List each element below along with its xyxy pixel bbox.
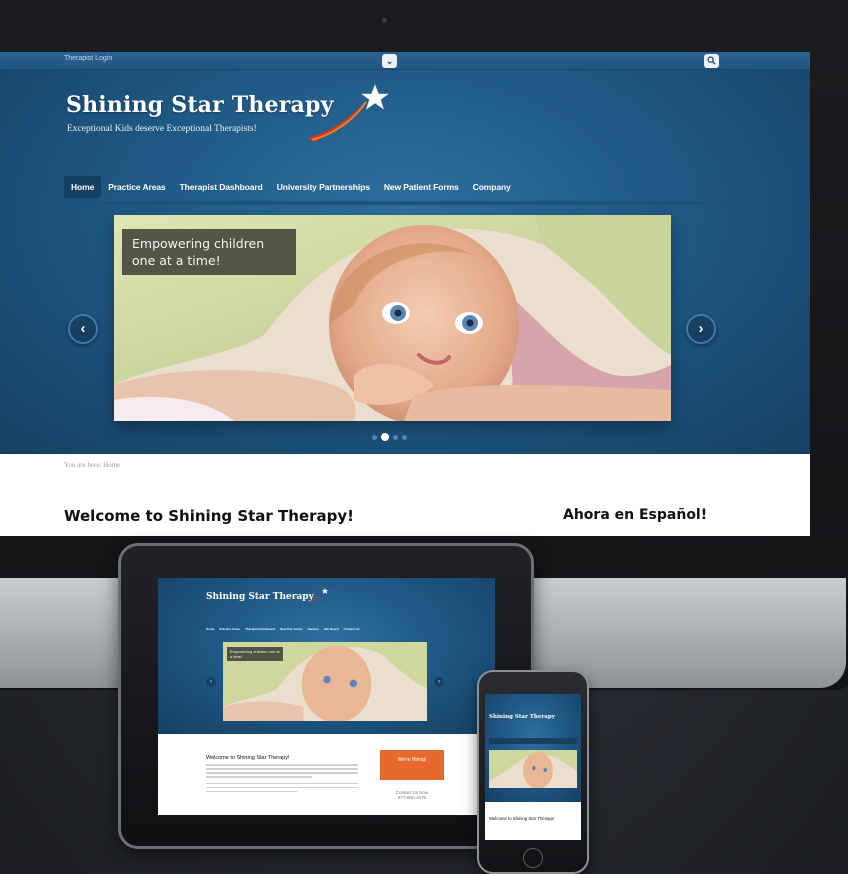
therapist-login-link[interactable]: Therapist Login	[64, 55, 112, 62]
search-icon[interactable]	[704, 54, 719, 68]
chevron-left-icon[interactable]: ‹	[68, 314, 98, 344]
tablet-contact: Contact Us Now 877-800-1076	[384, 790, 440, 800]
chevron-right-icon[interactable]: ›	[686, 314, 716, 344]
nav-item-therapist-dashboard[interactable]: Therapist Dashboard	[173, 176, 270, 198]
chevron-left-icon[interactable]: ‹	[206, 677, 216, 687]
tablet-nav-item[interactable]: Home	[206, 627, 214, 635]
tablet-welcome-heading: Welcome to Shining Star Therapy!	[206, 755, 290, 761]
top-bar: Therapist Login ⌄	[0, 52, 810, 70]
site-header: Therapist Login ⌄ Shining Star Therapy E…	[0, 52, 810, 454]
tablet-slide-caption: Empowering children one at a time!	[227, 647, 283, 661]
chevron-down-icon[interactable]: ⌄	[382, 54, 397, 68]
brand-title[interactable]: Shining Star Therapy	[66, 92, 334, 118]
tablet-nav-item[interactable]: Careers	[308, 627, 319, 635]
tablet-nav-item[interactable]: New Pat. Forms	[280, 627, 303, 635]
tablet-brand-title[interactable]: Shining Star Therapy	[206, 592, 314, 602]
slider-dot-active[interactable]	[381, 433, 389, 441]
nav-item-new-patient-forms[interactable]: New Patient Forms	[377, 176, 466, 198]
nav-item-university-partnerships[interactable]: University Partnerships	[270, 176, 377, 198]
brand-tagline: Exceptional Kids deserve Exceptional The…	[67, 124, 257, 134]
breadcrumb: You are here: Home	[64, 461, 121, 469]
tablet-logo-icon	[308, 587, 329, 603]
phone-site-header: Shining Star Therapy	[485, 694, 581, 802]
contact-phone[interactable]: 877-800-1076	[384, 795, 440, 800]
phone-welcome-heading: Welcome to Shining Star Therapy!	[489, 816, 555, 821]
tablet-body-text	[206, 764, 358, 795]
tablet-screen: Shining Star Therapy Home Practice Areas…	[158, 578, 495, 815]
tablet-nav-item[interactable]: Practice Areas	[219, 627, 240, 635]
slide-caption: Empowering children one at a time!	[122, 229, 296, 275]
phone-menu-bar[interactable]	[489, 738, 577, 744]
welcome-heading: Welcome to Shining Star Therapy!	[64, 507, 355, 525]
nav-shadow	[30, 200, 780, 206]
main-nav: Home Practice Areas Therapist Dashboard …	[64, 176, 518, 198]
tablet-device: Shining Star Therapy Home Practice Areas…	[118, 543, 534, 849]
tablet-nav-item[interactable]: Therapist Dashboard	[245, 627, 275, 635]
slider-dot[interactable]	[393, 434, 398, 440]
phone-device: Shining Star Therapy Welcome to Shining …	[477, 670, 589, 874]
tablet-nav-item[interactable]: Job Board	[324, 627, 339, 635]
hero-slider[interactable]: Empowering children one at a time!	[114, 215, 671, 421]
espanol-heading[interactable]: Ahora en Español!	[563, 507, 707, 523]
tablet-slider[interactable]: Empowering children one at a time!	[223, 642, 427, 721]
tablet-site-header: Shining Star Therapy Home Practice Areas…	[158, 578, 495, 734]
hiring-button[interactable]: We're Hiring!	[380, 750, 444, 780]
nav-item-home[interactable]: Home	[64, 176, 102, 198]
home-button[interactable]	[523, 848, 543, 868]
desktop-screen: Therapist Login ⌄ Shining Star Therapy E…	[0, 52, 810, 536]
nav-item-company[interactable]: Company	[466, 176, 518, 198]
slider-dot[interactable]	[372, 434, 377, 440]
phone-baby-photo	[489, 750, 577, 788]
nav-item-practice-areas[interactable]: Practice Areas	[101, 176, 172, 198]
star-swoosh-icon	[308, 84, 389, 142]
tablet-nav: Home Practice Areas Therapist Dashboard …	[206, 627, 360, 635]
slider-dot[interactable]	[402, 434, 407, 440]
slider-dots	[372, 433, 407, 441]
chevron-right-icon[interactable]: ›	[434, 677, 444, 687]
phone-brand-title[interactable]: Shining Star Therapy	[489, 714, 555, 720]
monitor-camera	[382, 18, 387, 23]
tablet-nav-item[interactable]: Contact Us	[344, 627, 360, 635]
phone-slider[interactable]	[489, 750, 577, 788]
phone-screen: Shining Star Therapy Welcome to Shining …	[485, 694, 581, 840]
